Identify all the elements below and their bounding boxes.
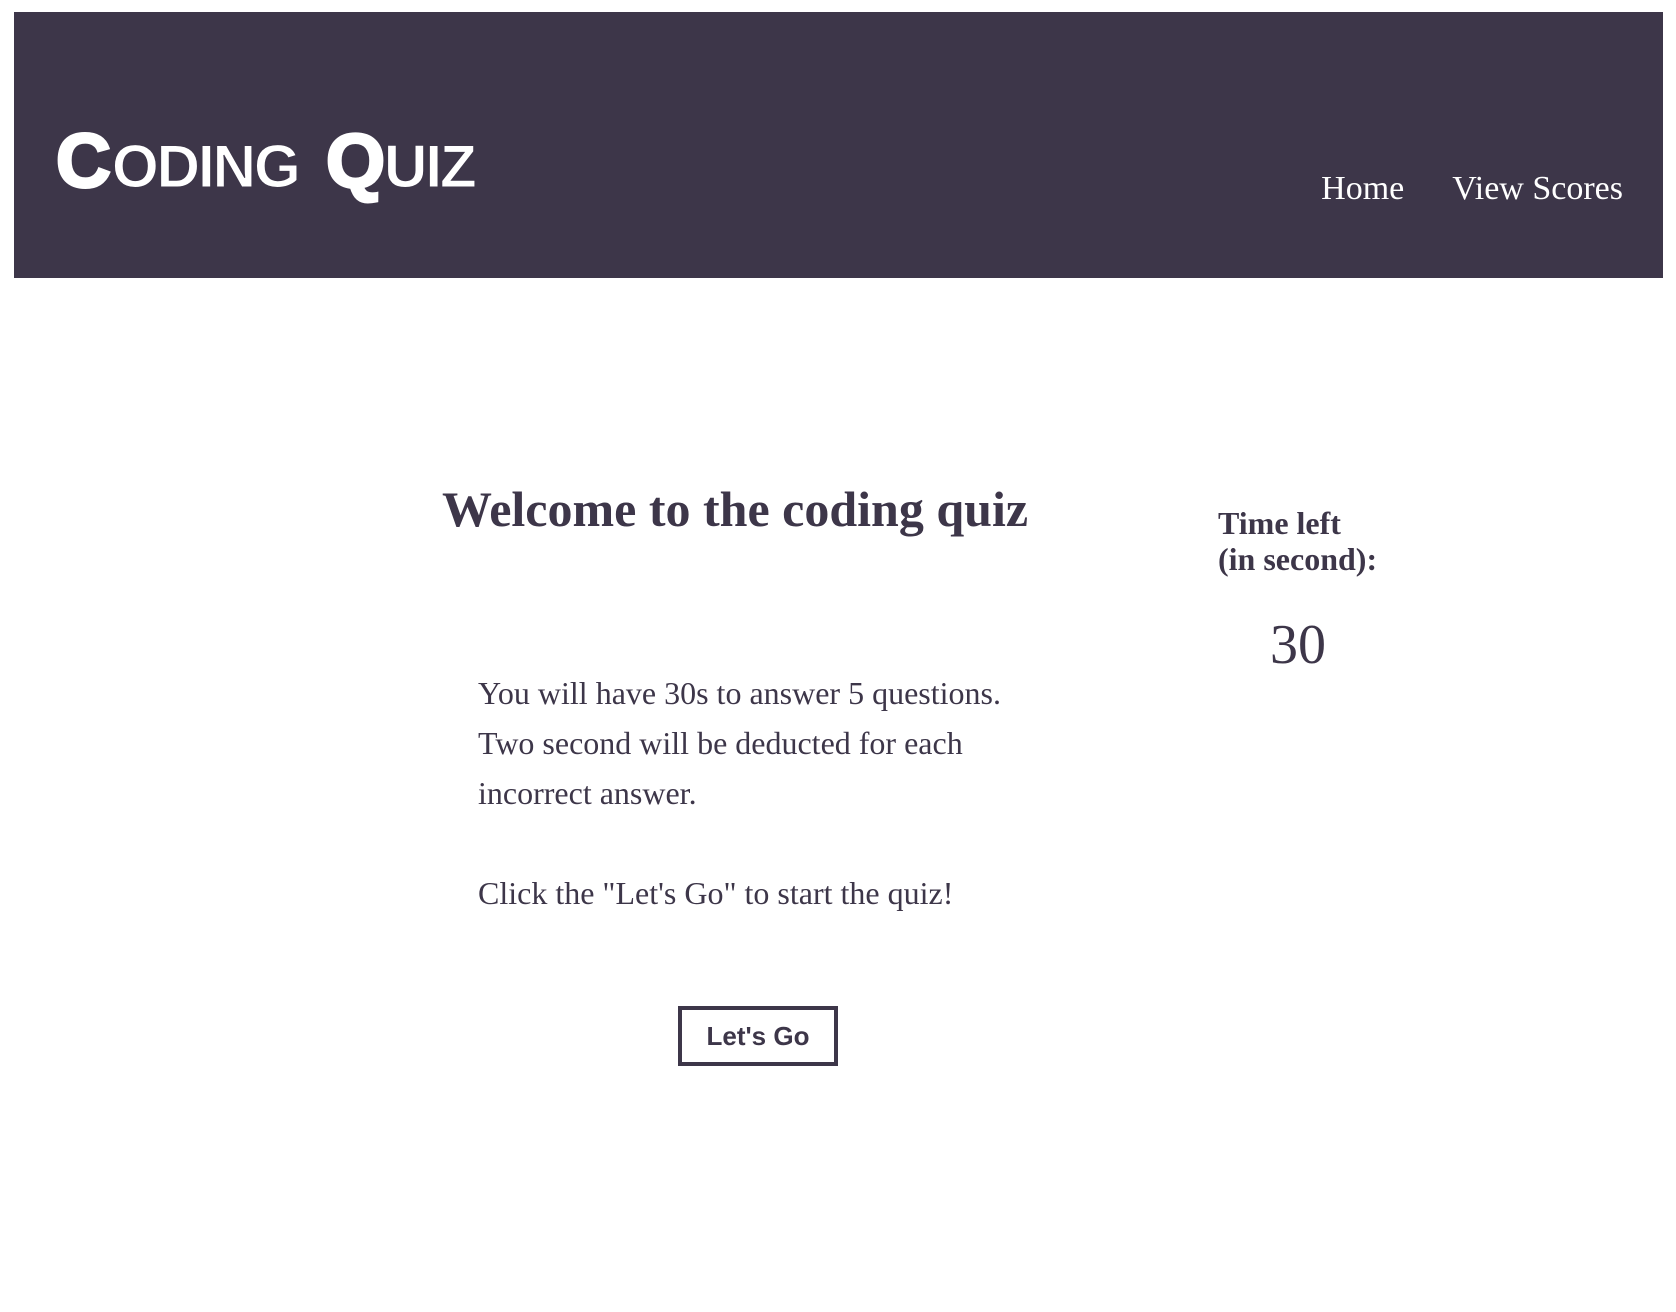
- main-nav: Home View Scores: [1321, 170, 1623, 208]
- svg-text:ODING: ODING: [112, 133, 299, 200]
- lets-go-button[interactable]: Let's Go: [678, 1006, 838, 1066]
- timer-value: 30: [1270, 614, 1326, 676]
- svg-text:C: C: [56, 119, 109, 204]
- site-header: C ODING Q UIZ Home View Scores: [14, 12, 1663, 278]
- svg-text:UIZ: UIZ: [384, 133, 475, 200]
- timer-label-line1: Time left: [1218, 505, 1341, 541]
- timer-panel: Time left (in second): 30: [1218, 505, 1418, 677]
- timer-label-line2: (in second):: [1218, 541, 1378, 577]
- page-title: Welcome to the coding quiz: [441, 481, 1029, 537]
- coding-quiz-logo[interactable]: C ODING Q UIZ: [54, 107, 544, 207]
- nav-view-scores-link[interactable]: View Scores: [1452, 170, 1623, 208]
- timer-label: Time left (in second):: [1218, 505, 1418, 577]
- logo-wordmark-icon: C ODING Q UIZ: [55, 118, 478, 206]
- rules-text: You will have 30s to answer 5 questions.…: [478, 675, 1001, 811]
- quiz-instructions: You will have 30s to answer 5 questions.…: [478, 668, 1038, 918]
- start-hint-text: Click the "Let's Go" to start the quiz!: [478, 875, 954, 911]
- svg-text:Q: Q: [326, 119, 385, 204]
- welcome-section: Welcome to the coding quiz: [440, 480, 1030, 538]
- nav-home-link[interactable]: Home: [1321, 170, 1404, 208]
